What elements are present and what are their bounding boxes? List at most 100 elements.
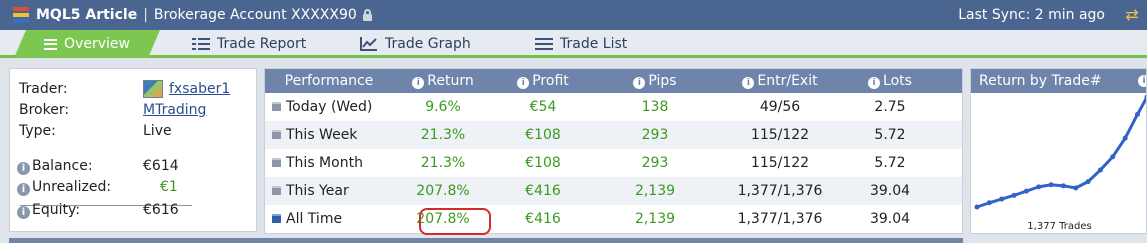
- row-profit: €108: [525, 155, 561, 171]
- header-profit[interactable]: i Profit: [493, 69, 593, 93]
- list-lines-icon: [535, 38, 553, 50]
- balance-label: Balance:: [32, 158, 93, 174]
- table-row[interactable]: Today (Wed) 9.6% €54 138 49/56 2.75: [265, 93, 962, 121]
- info-icon[interactable]: i: [633, 77, 646, 89]
- table-row[interactable]: This Year 207.8% €416 2,139 1,377/1,376 …: [265, 177, 962, 205]
- table-row[interactable]: This Week 21.3% €108 293 115/122 5.72: [265, 121, 962, 149]
- collapse-square-icon[interactable]: [272, 102, 281, 111]
- header-profit-label: Profit: [532, 73, 569, 89]
- header-return-label: Return: [427, 73, 474, 89]
- title-separator: |: [143, 7, 148, 23]
- row-return: 21.3%: [420, 155, 466, 171]
- trader-label: Trader:: [19, 81, 68, 97]
- row-profit: €416: [525, 183, 561, 199]
- return-point: [1122, 135, 1128, 141]
- chart-plot: [974, 94, 1146, 210]
- lock-icon: [362, 9, 372, 21]
- trader-link[interactable]: fxsaber1: [169, 79, 230, 99]
- collapse-square-icon[interactable]: [272, 130, 281, 139]
- swap-arrows-icon[interactable]: ⇄: [1123, 6, 1141, 24]
- info-icon[interactable]: i: [17, 162, 30, 175]
- info-icon[interactable]: i: [17, 206, 30, 219]
- return-point: [1023, 188, 1029, 194]
- unrealized-row-label: i Unrealized:: [17, 177, 111, 197]
- return-point: [986, 200, 992, 206]
- trader-avatar[interactable]: [143, 80, 163, 98]
- row-entr-exit: 1,377/1,376: [737, 211, 823, 227]
- tab-overview[interactable]: Overview: [14, 30, 160, 58]
- performance-header-row: Performance i Return i Profit i Pips i Entr/…: [265, 69, 962, 93]
- table-row[interactable]: This Month 21.3% €108 293 115/122 5.72: [265, 149, 962, 177]
- tab-trade-list[interactable]: Trade List: [535, 30, 627, 58]
- return-point: [1085, 179, 1091, 185]
- header-pips[interactable]: i Pips: [605, 69, 705, 93]
- return-point: [999, 196, 1005, 202]
- row-period: This Month: [286, 155, 363, 171]
- header-lots[interactable]: i Lots: [845, 69, 935, 93]
- row-lots: 2.75: [874, 99, 906, 115]
- account-info-panel: Trader: fxsaber1 Broker: MTrading Type: …: [9, 68, 257, 232]
- account-subtitle: Brokerage Account XXXXX90: [153, 7, 357, 23]
- list-icon: [44, 39, 57, 50]
- title-bar: MQL5 Article | Brokerage Account XXXXX90…: [0, 0, 1147, 30]
- row-pips: 293: [641, 155, 669, 171]
- report-icon: [192, 38, 210, 50]
- chart-footer: 1,377 Trades: [1027, 221, 1092, 232]
- row-period: Today (Wed): [286, 99, 373, 115]
- row-profit: €416: [525, 211, 561, 227]
- row-period: This Year: [286, 183, 349, 199]
- info-icon[interactable]: i: [742, 77, 755, 89]
- row-lots: 39.04: [869, 183, 911, 199]
- row-profit: €108: [525, 127, 561, 143]
- tab-trade-graph-label: Trade Graph: [385, 36, 471, 52]
- table-row[interactable]: All Time 207.8% €416 2,139 1,377/1,376 3…: [265, 205, 962, 233]
- return-by-trade-chart: Return by Trade# i 1,377 Trades: [970, 68, 1147, 234]
- row-return: 9.6%: [425, 99, 461, 115]
- equity-row-label: i Equity:: [17, 200, 80, 220]
- return-point: [1110, 154, 1116, 160]
- equity-value: €616: [143, 202, 179, 218]
- app-title: MQL5 Article: [36, 7, 138, 23]
- info-icon[interactable]: i: [412, 77, 425, 89]
- header-return[interactable]: i Return: [393, 69, 493, 93]
- collapse-square-icon[interactable]: [272, 186, 281, 195]
- line-graph-icon: [360, 37, 378, 51]
- info-icon[interactable]: i: [517, 77, 530, 89]
- tab-bar: Overview Trade Report Trade Graph Trade …: [0, 30, 1147, 58]
- row-pips: 293: [641, 127, 669, 143]
- row-pips: 138: [641, 99, 669, 115]
- collapse-square-icon[interactable]: [272, 158, 281, 167]
- info-icon[interactable]: i: [868, 77, 881, 89]
- expand-square-icon[interactable]: [272, 214, 281, 223]
- header-entr-exit[interactable]: i Entr/Exit: [715, 69, 845, 93]
- row-entr-exit: 115/122: [750, 127, 810, 143]
- row-return: 207.8%: [416, 183, 470, 199]
- tab-trade-report[interactable]: Trade Report: [192, 30, 306, 58]
- row-period: This Week: [286, 127, 358, 143]
- app-logo-icon: [13, 7, 29, 23]
- return-point: [974, 204, 980, 210]
- row-entr-exit: 49/56: [759, 99, 801, 115]
- row-pips: 2,139: [634, 183, 676, 199]
- tab-trade-graph[interactable]: Trade Graph: [360, 30, 471, 58]
- bottom-bar: [9, 238, 963, 243]
- header-entr-exit-label: Entr/Exit: [757, 73, 818, 89]
- tab-trade-report-label: Trade Report: [217, 36, 307, 52]
- return-point: [1060, 183, 1066, 189]
- logo-stripe-yellow: [13, 13, 29, 17]
- row-profit: €54: [529, 99, 557, 115]
- row-lots: 5.72: [874, 127, 906, 143]
- equity-label: Equity:: [32, 202, 80, 218]
- header-pips-label: Pips: [648, 73, 677, 89]
- broker-label: Broker:: [19, 102, 70, 118]
- return-point: [1036, 184, 1042, 190]
- return-point: [1073, 185, 1079, 191]
- info-icon[interactable]: i: [17, 183, 30, 196]
- broker-link[interactable]: MTrading: [143, 100, 206, 120]
- row-lots: 39.04: [869, 211, 911, 227]
- highlight-circle: [419, 208, 491, 235]
- balance-row-label: i Balance:: [17, 156, 93, 176]
- row-entr-exit: 115/122: [750, 155, 810, 171]
- header-lots-label: Lots: [883, 73, 912, 89]
- unrealized-label: Unrealized:: [32, 179, 112, 195]
